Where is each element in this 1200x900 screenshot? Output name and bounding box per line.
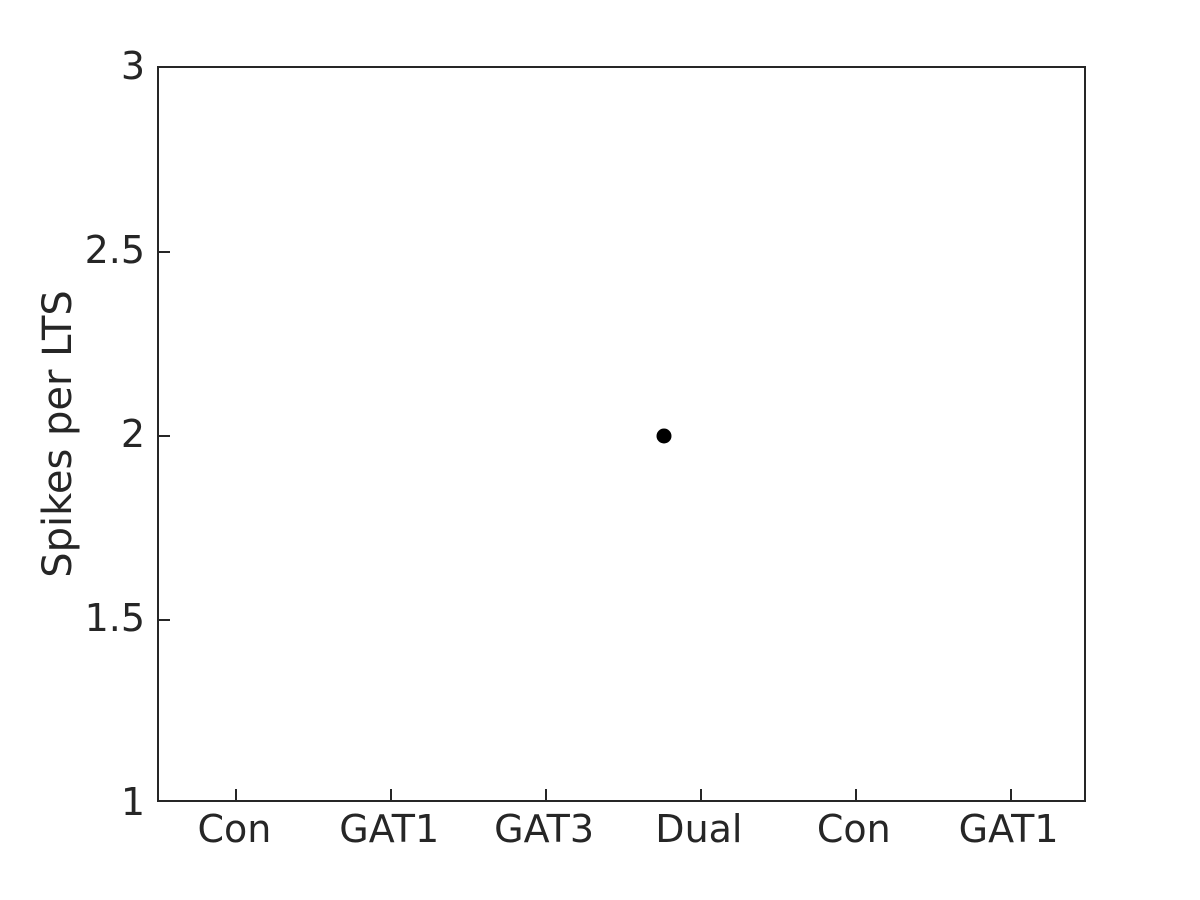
- y-tick-label: 2: [120, 412, 145, 456]
- x-tick-label: GAT1: [958, 807, 1059, 851]
- figure-canvas: Spikes per LTS 1 1.5 2 2.5 3 Con GAT1 GAT3 Dual…: [0, 0, 1200, 900]
- x-tick-label: GAT1: [339, 807, 440, 851]
- plot-area: [157, 66, 1086, 802]
- y-tick-label: 1: [120, 780, 145, 824]
- x-tick-label: Con: [197, 807, 272, 851]
- y-tick-label: 1.5: [84, 596, 145, 640]
- data-point-group: [159, 68, 1084, 800]
- x-tick-label: GAT3: [494, 807, 595, 851]
- y-tick-label: 2.5: [84, 228, 145, 272]
- x-tick-label: Dual: [655, 807, 743, 851]
- x-tick-label: Con: [816, 807, 891, 851]
- data-point-marker: [656, 428, 672, 444]
- y-tick-label: 3: [120, 44, 145, 88]
